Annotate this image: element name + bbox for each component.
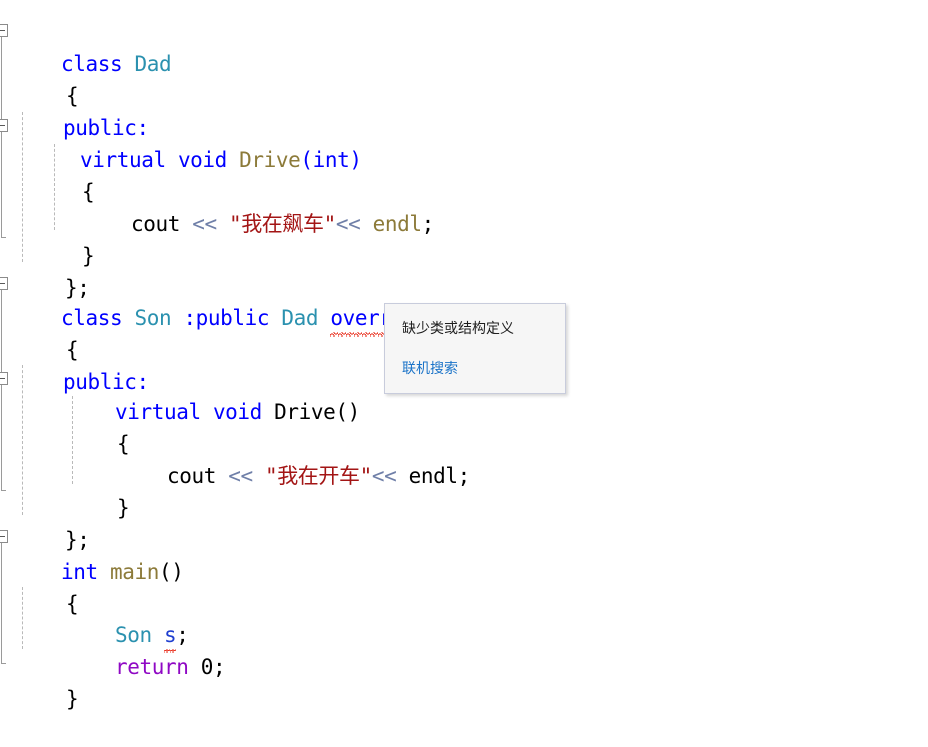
token-operator-shift: << bbox=[371, 464, 397, 488]
code-line[interactable]: { bbox=[17, 556, 79, 616]
token-semicolon: ; bbox=[212, 655, 226, 679]
code-line[interactable]: { bbox=[17, 48, 79, 108]
token-base-public: :public bbox=[183, 306, 270, 330]
token-cout: cout bbox=[130, 212, 180, 236]
code-line[interactable]: public: bbox=[14, 334, 149, 394]
token-brace-close: } bbox=[65, 687, 79, 711]
code-line[interactable]: virtual void Drive() bbox=[66, 364, 360, 424]
code-line[interactable]: public: bbox=[14, 80, 149, 140]
fold-foot bbox=[1, 237, 6, 238]
token-endl: endl bbox=[408, 464, 458, 488]
token-params-int: (int) bbox=[300, 148, 362, 172]
code-line[interactable]: } bbox=[33, 208, 95, 268]
token-keyword-void: void bbox=[212, 400, 262, 424]
code-line[interactable]: virtual void Drive(int) bbox=[31, 112, 362, 172]
error-tooltip-popup[interactable]: 缺少类或结构定义 联机搜索 bbox=[384, 303, 566, 394]
token-params-empty: () bbox=[158, 560, 184, 584]
error-message-text: 缺少类或结构定义 bbox=[402, 321, 514, 337]
fold-marker-main[interactable] bbox=[0, 530, 8, 543]
search-online-link[interactable]: 联机搜索 bbox=[402, 358, 458, 378]
code-line[interactable]: }; bbox=[16, 240, 90, 300]
fold-marker-class-dad[interactable] bbox=[0, 24, 8, 37]
token-type-dad: Dad bbox=[281, 306, 319, 330]
fold-marker-son-drive[interactable] bbox=[0, 372, 8, 385]
token-literal-zero: 0 bbox=[200, 655, 214, 679]
fold-tail bbox=[1, 543, 2, 663]
code-line[interactable]: } bbox=[68, 460, 130, 520]
token-semicolon: ; bbox=[421, 212, 435, 236]
code-line[interactable]: { bbox=[68, 396, 130, 456]
token-type-son: Son bbox=[134, 306, 172, 330]
fold-tail bbox=[1, 290, 2, 490]
token-type-dad: Dad bbox=[134, 52, 172, 76]
fold-marker-class-son[interactable] bbox=[0, 277, 8, 290]
token-semicolon: ; bbox=[457, 464, 471, 488]
code-line[interactable]: return 0; bbox=[66, 619, 226, 679]
token-endl: endl bbox=[372, 212, 422, 236]
token-function-main: main bbox=[109, 560, 159, 584]
code-line[interactable]: }; bbox=[16, 492, 90, 552]
token-keyword-void: void bbox=[177, 148, 227, 172]
fold-tail bbox=[1, 37, 2, 237]
code-line[interactable]: { bbox=[17, 302, 79, 362]
token-string-literal: "我在开车" bbox=[264, 464, 372, 488]
code-line[interactable]: Son s; bbox=[66, 587, 189, 653]
token-brace-close: } bbox=[116, 496, 130, 520]
token-function-drive: Drive bbox=[239, 148, 301, 172]
token-cout: cout bbox=[166, 464, 216, 488]
code-line[interactable]: class Dad bbox=[12, 16, 172, 76]
token-string-literal: "我在飙车" bbox=[228, 212, 336, 236]
token-params-empty: () bbox=[335, 400, 360, 424]
code-line[interactable]: int main() bbox=[12, 524, 184, 584]
token-operator-shift: << bbox=[335, 212, 361, 236]
token-operator-shift: << bbox=[228, 464, 253, 488]
code-line[interactable]: { bbox=[33, 144, 95, 204]
fold-foot bbox=[1, 490, 6, 491]
code-editor-surface[interactable]: class Dad { public: virtual void Drive(i… bbox=[0, 0, 928, 711]
code-line[interactable]: cout << "我在开车"<< endl; bbox=[118, 428, 470, 488]
code-line[interactable]: } bbox=[17, 651, 79, 711]
token-operator-shift: << bbox=[192, 212, 217, 236]
token-function-drive: Drive bbox=[274, 400, 336, 424]
fold-foot bbox=[1, 663, 6, 664]
token-keyword-return: return bbox=[114, 655, 189, 679]
fold-marker-dad-drive[interactable] bbox=[0, 119, 8, 132]
code-line[interactable]: cout << "我在飙车"<< endl; bbox=[82, 176, 434, 236]
code-line[interactable]: class Son :public Dad override bbox=[12, 270, 429, 337]
